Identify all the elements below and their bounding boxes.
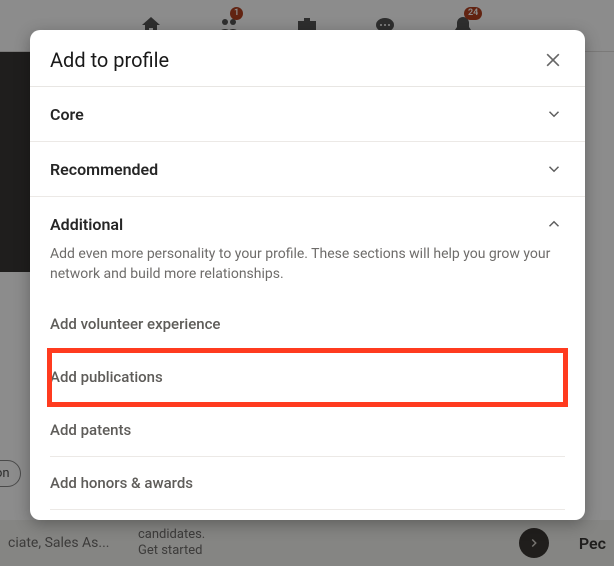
- close-button[interactable]: [541, 48, 565, 72]
- section-core[interactable]: Core: [30, 87, 585, 142]
- chevron-down-icon: [543, 158, 565, 180]
- chevron-down-icon: [543, 103, 565, 125]
- add-test-scores[interactable]: Add test scores: [50, 510, 565, 520]
- additional-items-list: Add volunteer experience Add publication…: [30, 298, 585, 520]
- add-volunteer-experience[interactable]: Add volunteer experience: [50, 298, 565, 351]
- modal-scroll-area[interactable]: Core Recommended Additional Add even mor…: [30, 87, 585, 520]
- section-title: Recommended: [50, 160, 158, 179]
- modal-header: Add to profile: [30, 30, 585, 87]
- add-to-profile-modal: Add to profile Core Recommended Addition…: [30, 30, 585, 520]
- add-honors-awards[interactable]: Add honors & awards: [50, 457, 565, 510]
- section-description: Add even more personality to your profil…: [30, 245, 585, 294]
- section-recommended[interactable]: Recommended: [30, 142, 585, 197]
- add-patents[interactable]: Add patents: [50, 404, 565, 457]
- section-title: Additional: [50, 215, 123, 234]
- close-icon: [543, 50, 563, 70]
- chevron-up-icon: [543, 213, 565, 235]
- section-title: Core: [50, 105, 84, 124]
- add-publications[interactable]: Add publications: [50, 351, 565, 404]
- section-additional[interactable]: Additional: [30, 197, 585, 245]
- modal-title: Add to profile: [50, 48, 169, 72]
